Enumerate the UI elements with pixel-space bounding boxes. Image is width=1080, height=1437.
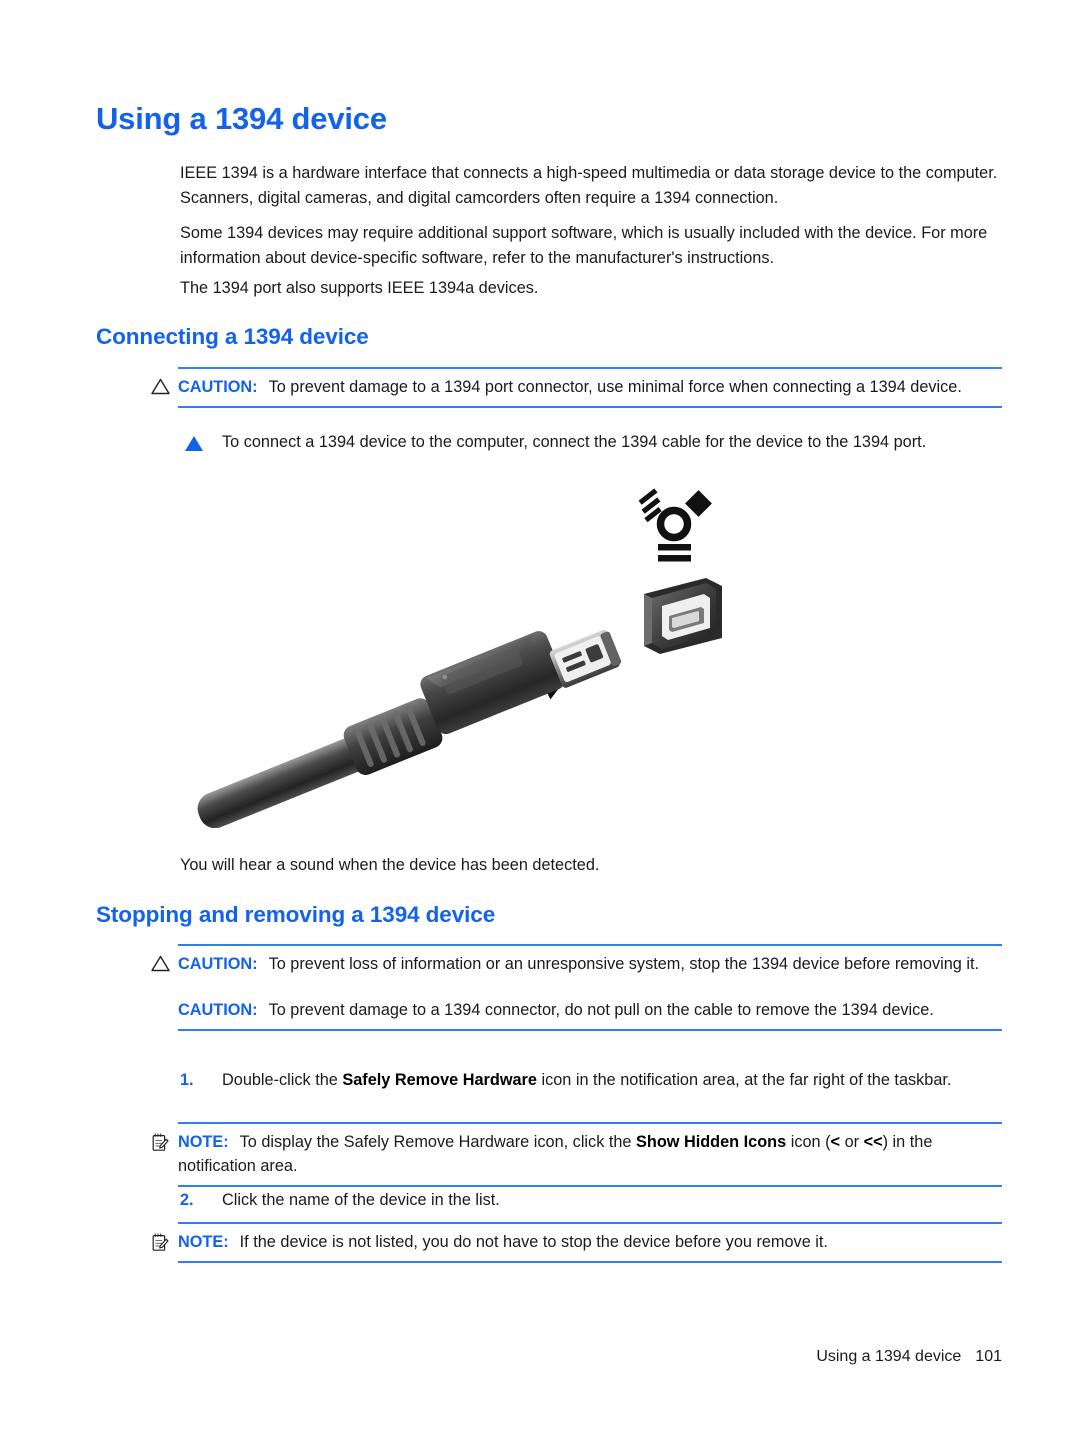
note-text-block: NOTE: To display the Safely Remove Hardwa…: [178, 1130, 1002, 1178]
caution-box-stopping: CAUTION: To prevent loss of information o…: [151, 944, 1002, 1031]
note-pad-icon: [151, 1233, 171, 1253]
intro-paragraph-2: Some 1394 devices may require additional…: [180, 224, 988, 267]
note-body: If the device is not listed, you do not …: [239, 1233, 828, 1251]
note-text-block: NOTE: If the device is not listed, you do…: [178, 1230, 1002, 1254]
caution-text-block-1: CAUTION: To prevent loss of information o…: [178, 952, 1002, 976]
numbered-step-2: 2. Click the name of the device in the l…: [180, 1188, 1002, 1213]
caution-body-1: To prevent loss of information or an unr…: [268, 955, 980, 973]
bullet-triangle-icon: [185, 436, 203, 451]
numbered-step-1: 1. Double-click the Safely Remove Hardwa…: [180, 1068, 1002, 1093]
section-heading-stopping: Stopping and removing a 1394 device: [96, 902, 496, 927]
caution-box-connecting: CAUTION: To prevent damage to a 1394 port…: [151, 367, 1002, 408]
intro-paragraph-3: The 1394 port also supports IEEE 1394a d…: [180, 279, 539, 297]
safely-remove-hardware-label: Safely Remove Hardware: [342, 1071, 537, 1089]
note-box-show-hidden-icons: NOTE: To display the Safely Remove Hardwa…: [152, 1122, 1002, 1187]
firewire-logo-icon: [638, 488, 712, 562]
note-label: NOTE:: [178, 1233, 229, 1251]
note-part-3: or: [840, 1133, 864, 1151]
step-1-part-2: icon in the notification area, at the fa…: [536, 1071, 952, 1089]
step-number-1: 1.: [180, 1071, 194, 1089]
note-box-device-not-listed: NOTE: If the device is not listed, you do…: [152, 1222, 1002, 1263]
note-pad-icon: [151, 1133, 171, 1153]
caution-body: To prevent damage to a 1394 port connect…: [268, 378, 962, 396]
chevron-left-single-glyph: <: [830, 1133, 841, 1151]
caution-label: CAUTION:: [178, 955, 258, 973]
page-number: 101: [975, 1348, 1002, 1365]
step-text-2: Click the name of the device in the list…: [222, 1188, 1002, 1213]
caution-triangle-icon: [151, 955, 171, 975]
bullet-item-text: To connect a 1394 device to the computer…: [222, 433, 927, 451]
footer-title: Using a 1394 device: [816, 1348, 962, 1365]
note-part-1: To display the Safely Remove Hardware ic…: [239, 1133, 637, 1151]
caution-text-block-2: CAUTION: To prevent damage to a 1394 conn…: [178, 998, 1002, 1022]
caution-text-block: CAUTION: To prevent damage to a 1394 port…: [178, 375, 1002, 399]
bullet-list-item: To connect a 1394 device to the computer…: [180, 430, 1002, 455]
section-heading-connecting: Connecting a 1394 device: [96, 324, 369, 349]
illustration-1394-connection: [196, 478, 756, 829]
chevron-left-double-glyph: <<: [863, 1133, 883, 1151]
step-number-2: 2.: [180, 1191, 194, 1209]
show-hidden-icons-label: Show Hidden Icons: [636, 1133, 787, 1151]
note-body: To display the Safely Remove Hardware ic…: [178, 1133, 932, 1175]
caution-label-2: CAUTION:: [178, 1001, 258, 1019]
sound-detected-paragraph: You will hear a sound when the device ha…: [180, 856, 600, 874]
intro-paragraph-1: IEEE 1394 is a hardware interface that c…: [180, 164, 998, 207]
document-page: Using a 1394 device IEEE 1394 is a hardw…: [0, 0, 1080, 1437]
step-2-part-1: Click the name of the device in the list…: [222, 1191, 500, 1209]
caution-body-2: To prevent damage to a 1394 connector, d…: [268, 1001, 934, 1019]
page-footer: Using a 1394 device 101: [816, 1348, 1002, 1366]
page-title: Using a 1394 device: [96, 101, 387, 136]
caution-triangle-icon: [151, 378, 171, 398]
1394-port-icon: [644, 578, 722, 654]
caution-label: CAUTION:: [178, 378, 258, 396]
step-text-1: Double-click the Safely Remove Hardware …: [222, 1068, 1002, 1093]
note-part-2: icon (: [786, 1133, 831, 1151]
1394-cable-connector: [197, 629, 622, 829]
note-label: NOTE:: [178, 1133, 229, 1151]
step-1-part-1: Double-click the: [222, 1071, 343, 1089]
